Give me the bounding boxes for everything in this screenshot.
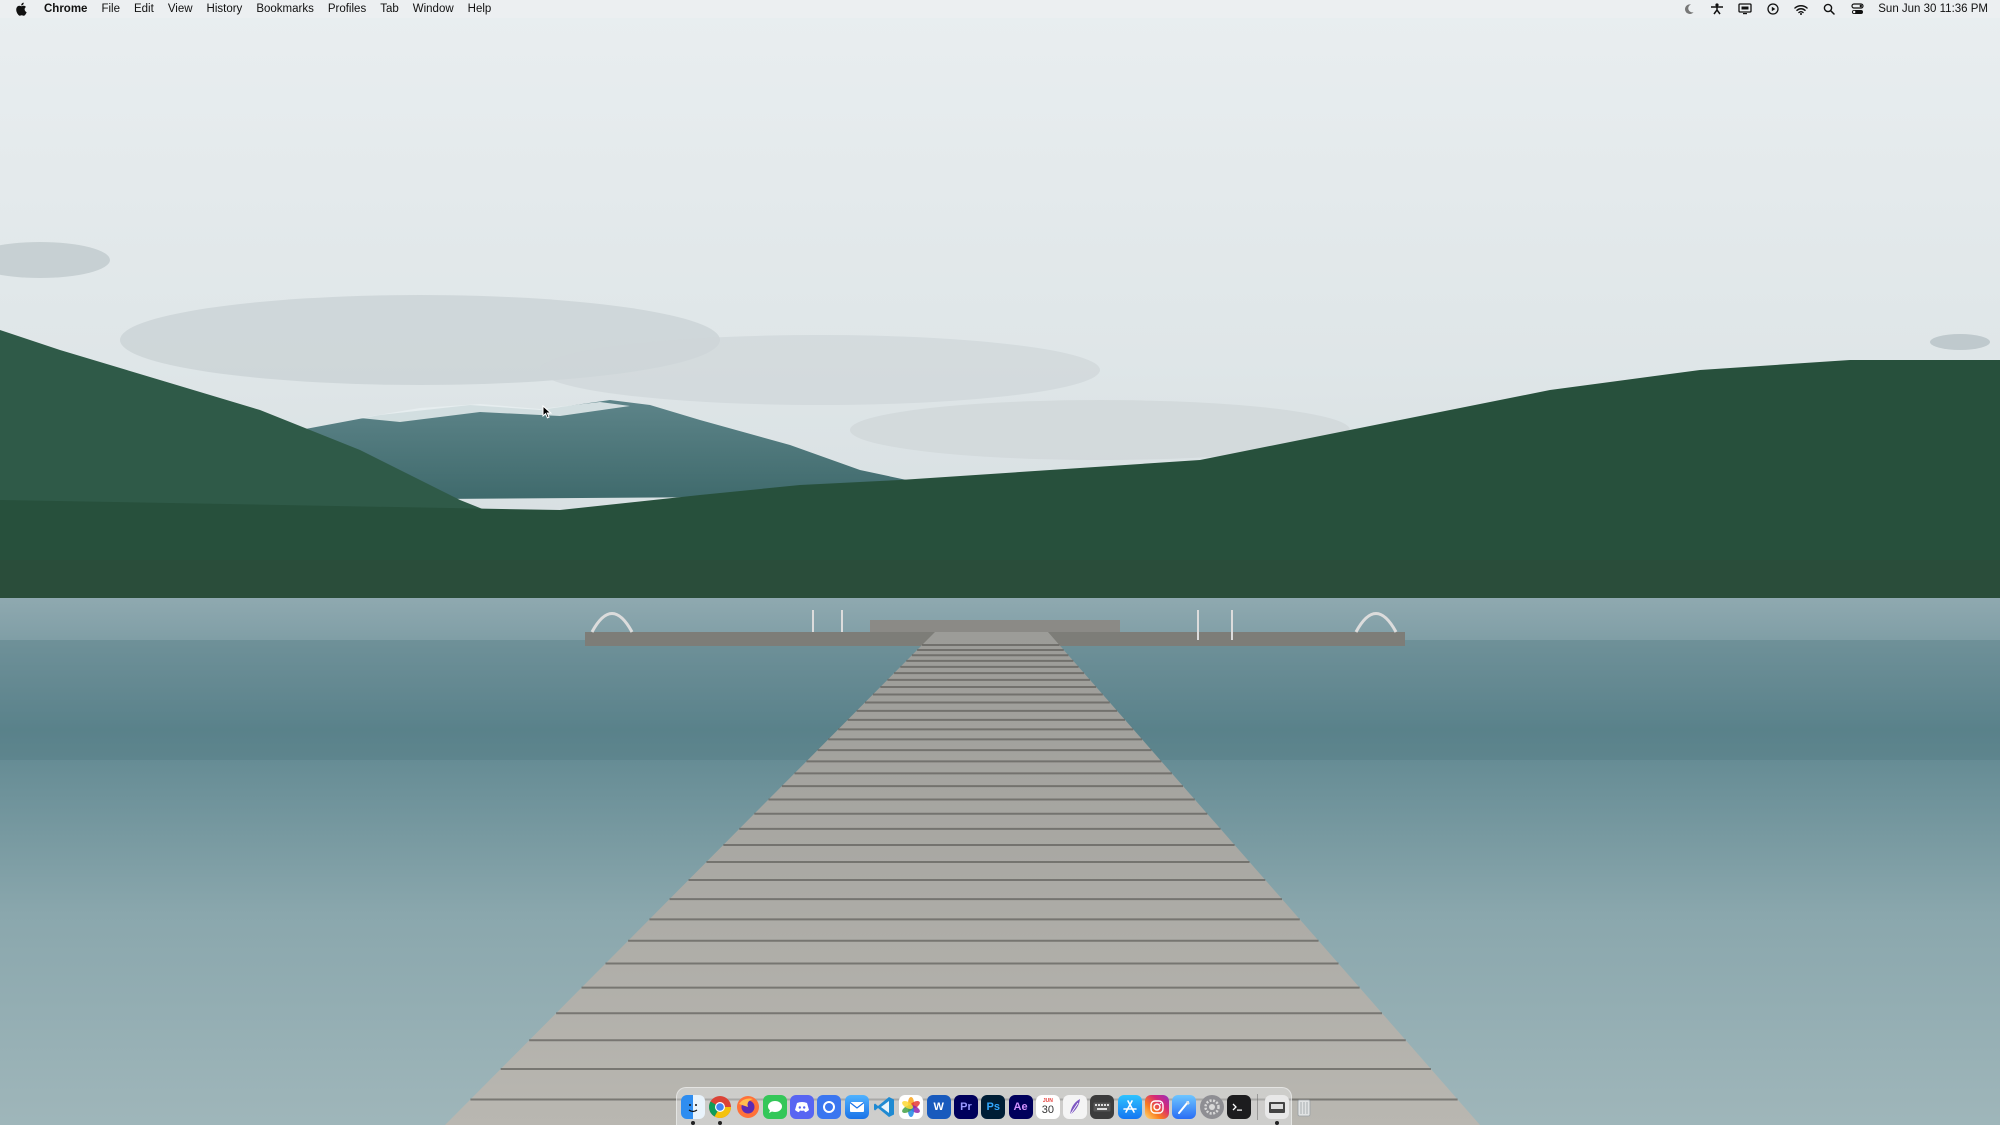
dock-separator [1257,1093,1259,1120]
mail-icon[interactable] [844,1094,869,1119]
menu-window[interactable]: Window [406,0,461,18]
photoshop-icon[interactable]: Ps [981,1094,1006,1119]
play-circle-icon[interactable] [1766,2,1780,16]
word-label: W [933,1100,944,1113]
lake-dock-wallpaper [0,0,2000,1125]
downloads-stack-icon[interactable] [1264,1094,1289,1125]
running-indicator [691,1120,695,1125]
running-indicator [1274,1120,1279,1125]
messages-icon[interactable] [762,1094,787,1119]
menu-view[interactable]: View [161,0,200,18]
chrome-icon[interactable] [708,1095,732,1125]
moon-icon[interactable] [1682,2,1696,16]
menu-profiles[interactable]: Profiles [321,0,373,18]
menu-edit[interactable]: Edit [127,0,161,18]
after-effects-icon[interactable]: Ae [1008,1094,1033,1119]
desktop-wallpaper [0,0,2000,1125]
notes-feather-icon[interactable] [1063,1094,1088,1119]
word-icon[interactable]: W [926,1094,951,1119]
calendar-icon[interactable]: JUN 30 [1035,1094,1060,1119]
menu-history[interactable]: History [200,0,250,18]
signal-icon[interactable] [817,1094,842,1119]
dock: W Pr Ps Ae JUN 30 [676,1087,1311,1125]
spotlight-search-icon[interactable] [1822,2,1836,16]
running-indicator [718,1120,723,1125]
keyboard-icon[interactable] [1090,1094,1115,1119]
xcode-icon[interactable] [1172,1094,1197,1119]
calendar-day: 30 [1041,1103,1054,1116]
system-settings-icon[interactable] [1199,1094,1224,1119]
menu-file[interactable]: File [94,0,127,18]
vscode-icon[interactable] [872,1095,896,1119]
menu-help[interactable]: Help [461,0,499,18]
control-center-icon[interactable] [1850,2,1864,16]
finder-icon[interactable] [681,1094,705,1125]
apple-menu-icon[interactable] [15,2,29,16]
discord-icon[interactable] [790,1094,815,1119]
app-store-icon[interactable] [1117,1094,1142,1119]
menu-app-name[interactable]: Chrome [37,0,94,18]
premiere-label: Pr [960,1100,972,1113]
wifi-icon[interactable] [1794,2,1808,16]
after-effects-label: Ae [1013,1100,1028,1113]
menu-tab[interactable]: Tab [373,0,406,18]
figure-icon[interactable] [1710,2,1724,16]
menu-bar-clock[interactable]: Sun Jun 30 11:36 PM [1878,3,1988,15]
trash-icon[interactable] [1292,1095,1316,1119]
terminal-icon[interactable] [1226,1094,1251,1119]
photoshop-label: Ps [986,1100,1000,1113]
menu-bookmarks[interactable]: Bookmarks [249,0,321,18]
menu-bar: Chrome File Edit View History Bookmarks … [0,0,2000,18]
screen-mirroring-icon[interactable] [1738,2,1752,16]
instagram-icon[interactable] [1145,1094,1170,1119]
premiere-pro-icon[interactable]: Pr [953,1094,978,1119]
photos-icon[interactable] [899,1094,924,1119]
mouse-cursor-icon [542,405,552,419]
firefox-icon[interactable] [736,1095,760,1119]
